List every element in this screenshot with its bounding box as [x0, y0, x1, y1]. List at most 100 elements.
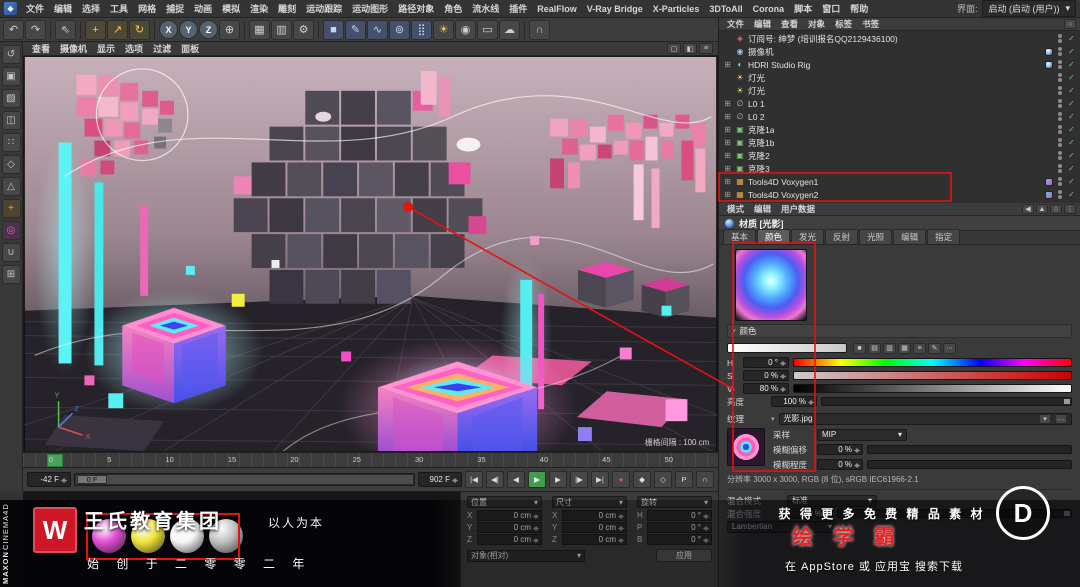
lock-workplane-button[interactable]: ⊞	[1, 265, 21, 284]
tab-editor[interactable]: 编辑	[893, 229, 927, 244]
subdivision-surface-button[interactable]: ⊚	[389, 19, 410, 40]
attr-menu-userdata[interactable]: 用户数据	[777, 203, 819, 215]
render-view-button[interactable]: ▦	[249, 19, 270, 40]
object-row[interactable]: ⊞ ▣ 克隆1b ✓	[719, 136, 1080, 149]
wheel-mode-icon[interactable]: ▦	[898, 342, 911, 354]
add-floor-button[interactable]: ▭	[477, 19, 498, 40]
menu-mograph[interactable]: 运动图形	[348, 1, 392, 16]
expand-icon[interactable]: ⊞	[723, 125, 732, 134]
material-preview[interactable]	[735, 249, 807, 321]
enable-axis-button[interactable]: +	[1, 199, 21, 218]
pen-tool-button[interactable]: ✎	[345, 19, 366, 40]
visibility-dots[interactable]	[1056, 164, 1064, 173]
options-icon[interactable]: ⋯	[943, 342, 956, 354]
menu-window[interactable]: 窗口	[818, 1, 844, 16]
range-start-field[interactable]: -42 F	[27, 472, 71, 487]
frame-ruler[interactable]: 0 5 10 15 20 25 30 35 40 45 50	[23, 452, 718, 468]
object-row[interactable]: ☀ 灯光 ✓	[719, 71, 1080, 84]
enabled-check-icon[interactable]: ✓	[1067, 125, 1076, 134]
menu-script[interactable]: 脚本	[790, 1, 816, 16]
hue-field[interactable]: 0 °	[743, 357, 789, 368]
menu-motion-tracker[interactable]: 运动跟踪	[302, 1, 346, 16]
value-slider[interactable]	[793, 384, 1072, 393]
om-menu-objects[interactable]: 对象	[804, 18, 829, 30]
polygons-mode-button[interactable]: △	[1, 177, 21, 196]
live-selection-button[interactable]: ⇖	[55, 19, 76, 40]
brightness-slider[interactable]	[821, 397, 1072, 406]
object-row[interactable]: ⊞ ▣ 克隆2 ✓	[719, 149, 1080, 162]
vp-menu-options[interactable]: 选项	[121, 41, 147, 56]
om-menu-edit[interactable]: 编辑	[750, 18, 775, 30]
hue-slider[interactable]	[793, 358, 1072, 367]
menu-pipeline[interactable]: 流水线	[468, 1, 503, 16]
snap-magnet-button[interactable]: ∩	[529, 19, 550, 40]
spline-button[interactable]: ∿	[367, 19, 388, 40]
camera-tag-icon[interactable]	[1045, 47, 1053, 56]
attr-up-icon[interactable]: ▲	[1036, 204, 1048, 214]
go-to-start-button[interactable]: |◀	[465, 471, 483, 488]
enabled-check-icon[interactable]: ✓	[1067, 138, 1076, 147]
render-picture-viewer-button[interactable]: ▥	[271, 19, 292, 40]
texture-dropdown-icon[interactable]: ▾	[1039, 413, 1051, 424]
visibility-dots[interactable]	[1056, 151, 1064, 160]
expand-icon[interactable]: ⊞	[723, 164, 732, 173]
tab-reflectance[interactable]: 反射	[825, 229, 859, 244]
add-camera-button[interactable]: ◉	[455, 19, 476, 40]
swatch-mode-icon[interactable]: ■	[853, 342, 866, 354]
om-menu-file[interactable]: 文件	[723, 18, 748, 30]
autokey-button[interactable]: ◇	[654, 471, 672, 488]
visibility-dots[interactable]	[1056, 177, 1064, 186]
vp-menu-panel[interactable]: 面板	[177, 41, 203, 56]
attr-back-icon[interactable]: ◀	[1022, 204, 1034, 214]
texture-file-field[interactable]: 光影.jpg ▾…	[778, 412, 1072, 425]
redo-button[interactable]: ↷	[25, 19, 46, 40]
visibility-dots[interactable]	[1056, 125, 1064, 134]
points-mode-button[interactable]: ∷	[1, 133, 21, 152]
attr-search-icon[interactable]: ○	[1050, 204, 1062, 214]
object-row[interactable]: ◉ 摄像机 ✓	[719, 45, 1080, 58]
blur-offset-slider[interactable]	[867, 445, 1072, 454]
blur-scale-field[interactable]: 0 %	[817, 459, 863, 470]
tab-color[interactable]: 颜色	[757, 229, 791, 244]
enabled-check-icon[interactable]: ✓	[1067, 112, 1076, 121]
om-menu-tags[interactable]: 标签	[831, 18, 856, 30]
om-menu-bookmarks[interactable]: 书签	[858, 18, 883, 30]
visibility-dots[interactable]	[1056, 34, 1064, 43]
menu-3dtoall[interactable]: 3DToAll	[705, 3, 746, 15]
menu-render[interactable]: 渲染	[246, 1, 272, 16]
menu-mesh[interactable]: 网格	[134, 1, 160, 16]
enabled-check-icon[interactable]: ✓	[1067, 73, 1076, 82]
expand-icon[interactable]: ⊞	[723, 112, 732, 121]
viewport[interactable]: X Y Z 栅格间隔 : 100 cm	[23, 56, 718, 452]
saturation-field[interactable]: 0 %	[743, 370, 789, 381]
undo-button[interactable]: ↶	[3, 19, 24, 40]
app-logo-icon[interactable]: ◆	[4, 2, 17, 15]
texture-tag-icon[interactable]	[1045, 177, 1053, 186]
array-button[interactable]: ⣿	[411, 19, 432, 40]
visibility-dots[interactable]	[1056, 138, 1064, 147]
expand-icon[interactable]: ⊞	[723, 99, 732, 108]
y-axis-lock-button[interactable]: Y	[179, 20, 198, 39]
previous-frame-button[interactable]: ◀	[507, 471, 525, 488]
enabled-check-icon[interactable]: ✓	[1067, 190, 1076, 199]
texture-browse-icon[interactable]: …	[1055, 413, 1067, 424]
object-row[interactable]: ⊞ ∅ L0 1 ✓	[719, 97, 1080, 110]
visibility-dots[interactable]	[1056, 60, 1064, 69]
menu-character[interactable]: 角色	[440, 1, 466, 16]
range-end-field[interactable]: 902 F	[418, 472, 462, 487]
record-params-button[interactable]: P	[675, 471, 693, 488]
move-tool-button[interactable]: +	[85, 19, 106, 40]
tab-illumination[interactable]: 光照	[859, 229, 893, 244]
texture-thumbnail[interactable]	[727, 428, 765, 466]
menu-select[interactable]: 选择	[78, 1, 104, 16]
expand-icon[interactable]: ⊞	[723, 190, 732, 199]
object-row[interactable]: ⊞ ▣ 克隆1a ✓	[719, 123, 1080, 136]
vp-menu-view[interactable]: 查看	[28, 41, 54, 56]
model-mode-button[interactable]: ▣	[1, 67, 21, 86]
object-row[interactable]: ⊞ ∅ L0 2 ✓	[719, 110, 1080, 123]
color-swatch[interactable]	[727, 343, 847, 353]
edges-mode-button[interactable]: ◇	[1, 155, 21, 174]
object-row[interactable]: ⊞ ◐ HDRI Studio Rig ✓	[719, 58, 1080, 71]
visibility-dots[interactable]	[1056, 190, 1064, 199]
enabled-check-icon[interactable]: ✓	[1067, 34, 1076, 43]
